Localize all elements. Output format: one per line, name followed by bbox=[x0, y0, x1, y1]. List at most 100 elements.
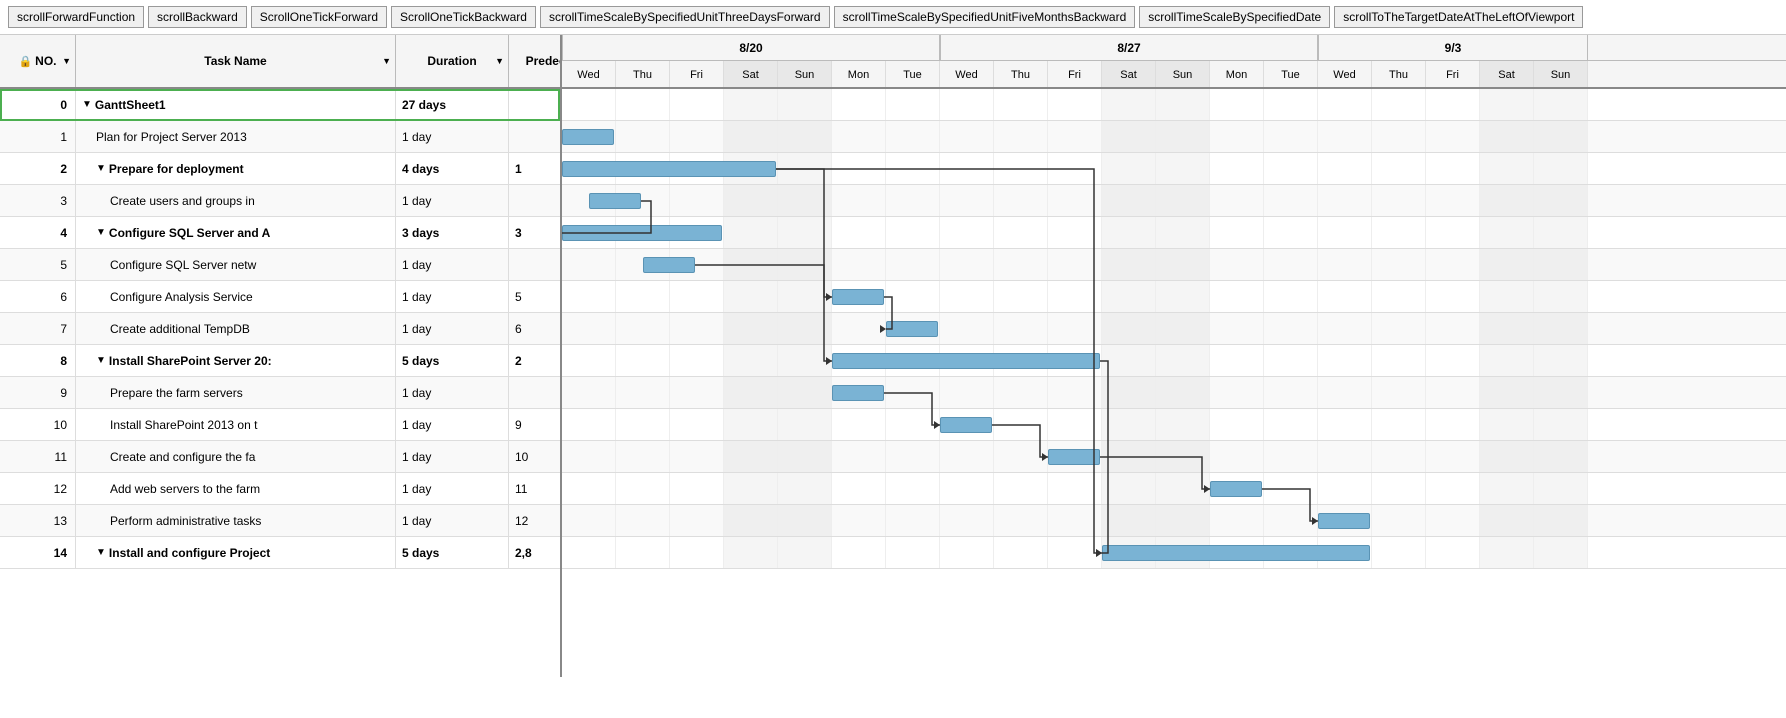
gantt-day-bg bbox=[1372, 409, 1426, 440]
cell-duration: 27 days bbox=[396, 89, 509, 120]
gantt-day-bg bbox=[616, 377, 670, 408]
gantt-day-bg bbox=[670, 473, 724, 504]
gantt-day-bg bbox=[940, 505, 994, 536]
gantt-day-bg bbox=[616, 473, 670, 504]
gantt-bar bbox=[832, 353, 1100, 369]
col-header-task[interactable]: Task Name ▼ bbox=[76, 35, 396, 87]
task-name-text: Install SharePoint Server 20: bbox=[109, 354, 272, 368]
cell-predecessors bbox=[509, 377, 560, 408]
expand-icon[interactable]: ▼ bbox=[96, 163, 106, 174]
gantt-day-bg bbox=[1426, 377, 1480, 408]
gantt-day-bg bbox=[1534, 217, 1588, 248]
gantt-day-bg bbox=[1372, 121, 1426, 152]
gantt-day-bg bbox=[1210, 153, 1264, 184]
toolbar-btn-scrolltimescalebyspecifiedunitfivemonthsbackward[interactable]: scrollTimeScaleBySpecifiedUnitFiveMonths… bbox=[834, 6, 1136, 28]
gantt-day-bg bbox=[940, 121, 994, 152]
gantt-day-bg bbox=[1210, 217, 1264, 248]
cell-no: 0 bbox=[0, 89, 76, 120]
table-row[interactable]: 2▼Prepare for deployment4 days1 bbox=[0, 153, 560, 185]
table-row[interactable]: 14▼Install and configure Project5 days2,… bbox=[0, 537, 560, 569]
gantt-day-bg bbox=[1534, 185, 1588, 216]
cell-task: Perform administrative tasks bbox=[76, 505, 396, 536]
gantt-header-days: WedThuFriSatSunMonTueWedThuFriSatSunMonT… bbox=[562, 61, 1786, 89]
gantt-row bbox=[562, 89, 1786, 121]
gantt-day-header-wed-0: Wed bbox=[562, 61, 616, 89]
toolbar-row2: scrollTimeScaleBySpecifiedDatescrollToTh… bbox=[1139, 6, 1583, 28]
gantt-day-bg bbox=[1480, 313, 1534, 344]
gantt-day-bg bbox=[832, 441, 886, 472]
toolbar-btn-scrollonetickbackward[interactable]: ScrollOneTickBackward bbox=[391, 6, 536, 28]
expand-icon[interactable]: ▼ bbox=[96, 227, 106, 238]
gantt-day-bg bbox=[1372, 153, 1426, 184]
gantt-day-bg bbox=[1048, 377, 1102, 408]
gantt-day-bg bbox=[1102, 377, 1156, 408]
gantt-day-bg bbox=[1480, 377, 1534, 408]
gantt-day-bg bbox=[1372, 89, 1426, 120]
gantt-day-bg bbox=[1480, 217, 1534, 248]
toolbar-btn-scrollbackward[interactable]: scrollBackward bbox=[148, 6, 247, 28]
table-row[interactable]: 13Perform administrative tasks1 day12 bbox=[0, 505, 560, 537]
cell-predecessors: 11 bbox=[509, 473, 560, 504]
gantt-day-bg bbox=[1480, 441, 1534, 472]
toolbar-btn-scrolltimescalebyspecifiedunitthreedaysforward[interactable]: scrollTimeScaleBySpecifiedUnitThreeDaysF… bbox=[540, 6, 830, 28]
gantt-bar bbox=[832, 385, 884, 401]
gantt-row bbox=[562, 121, 1786, 153]
col-header-duration[interactable]: Duration ▼ bbox=[396, 35, 509, 87]
gantt-day-bg bbox=[1318, 441, 1372, 472]
sort-icon-dur: ▼ bbox=[495, 56, 504, 66]
gantt-day-bg bbox=[1102, 185, 1156, 216]
col-header-predecessors[interactable]: Predecessors ▼ bbox=[509, 35, 562, 87]
table-row[interactable]: 3Create users and groups in1 day bbox=[0, 185, 560, 217]
gantt-day-bg bbox=[562, 505, 616, 536]
gantt-day-bg bbox=[1048, 217, 1102, 248]
gantt-day-bg bbox=[994, 281, 1048, 312]
table-row[interactable]: 5Configure SQL Server netw1 day bbox=[0, 249, 560, 281]
gantt-day-bg bbox=[1210, 409, 1264, 440]
gantt-day-bg bbox=[1156, 185, 1210, 216]
col-header-no[interactable]: 🔒 NO. ▼ bbox=[0, 35, 76, 87]
expand-icon[interactable]: ▼ bbox=[82, 99, 92, 110]
gantt-day-bg bbox=[1264, 441, 1318, 472]
gantt-day-bg bbox=[1102, 409, 1156, 440]
gantt-row bbox=[562, 377, 1786, 409]
gantt-day-bg bbox=[994, 217, 1048, 248]
cell-duration: 5 days bbox=[396, 345, 509, 376]
table-row[interactable]: 10Install SharePoint 2013 on t1 day9 bbox=[0, 409, 560, 441]
cell-no: 1 bbox=[0, 121, 76, 152]
cell-task: Prepare the farm servers bbox=[76, 377, 396, 408]
toolbar-row1: scrollForwardFunctionscrollBackwardScrol… bbox=[8, 6, 1135, 28]
gantt-day-bg bbox=[778, 185, 832, 216]
table-row[interactable]: 8▼Install SharePoint Server 20:5 days2 bbox=[0, 345, 560, 377]
table-row[interactable]: 1Plan for Project Server 20131 day bbox=[0, 121, 560, 153]
table-row[interactable]: 0▼GanttSheet127 days bbox=[0, 89, 560, 121]
table-row[interactable]: 12Add web servers to the farm1 day11 bbox=[0, 473, 560, 505]
gantt-bar bbox=[1102, 545, 1370, 561]
toolbar-btn-scrolltothetargetdateattheleftofviewport[interactable]: scrollToTheTargetDateAtTheLeftOfViewport bbox=[1334, 6, 1583, 28]
toolbar-btn-scrolltimescalebyspecifieddate[interactable]: scrollTimeScaleBySpecifiedDate bbox=[1139, 6, 1330, 28]
gantt-day-bg bbox=[832, 505, 886, 536]
cell-task: Create users and groups in bbox=[76, 185, 396, 216]
table-row[interactable]: 11Create and configure the fa1 day10 bbox=[0, 441, 560, 473]
gantt-day-bg bbox=[1426, 281, 1480, 312]
toolbar-btn-scrollonetickforward[interactable]: ScrollOneTickForward bbox=[251, 6, 387, 28]
gantt-day-bg bbox=[1264, 217, 1318, 248]
gantt-day-bg bbox=[886, 217, 940, 248]
toolbar-btn-scrollforwardfunction[interactable]: scrollForwardFunction bbox=[8, 6, 144, 28]
gantt-bar bbox=[562, 225, 722, 241]
gantt-day-bg bbox=[994, 441, 1048, 472]
gantt-row bbox=[562, 441, 1786, 473]
gantt-row bbox=[562, 313, 1786, 345]
table-row[interactable]: 7Create additional TempDB1 day6 bbox=[0, 313, 560, 345]
gantt-day-bg bbox=[1156, 281, 1210, 312]
expand-icon[interactable]: ▼ bbox=[96, 547, 106, 558]
gantt-day-bg bbox=[886, 89, 940, 120]
table-row[interactable]: 9Prepare the farm servers1 day bbox=[0, 377, 560, 409]
table-row[interactable]: 6Configure Analysis Service1 day5 bbox=[0, 281, 560, 313]
table-row[interactable]: 4▼Configure SQL Server and A3 days3 bbox=[0, 217, 560, 249]
gantt-day-bg bbox=[886, 377, 940, 408]
cell-duration: 4 days bbox=[396, 153, 509, 184]
sort-icon-task: ▼ bbox=[382, 56, 391, 66]
gantt-day-bg bbox=[1534, 409, 1588, 440]
expand-icon[interactable]: ▼ bbox=[96, 355, 106, 366]
gantt-day-bg bbox=[1156, 313, 1210, 344]
